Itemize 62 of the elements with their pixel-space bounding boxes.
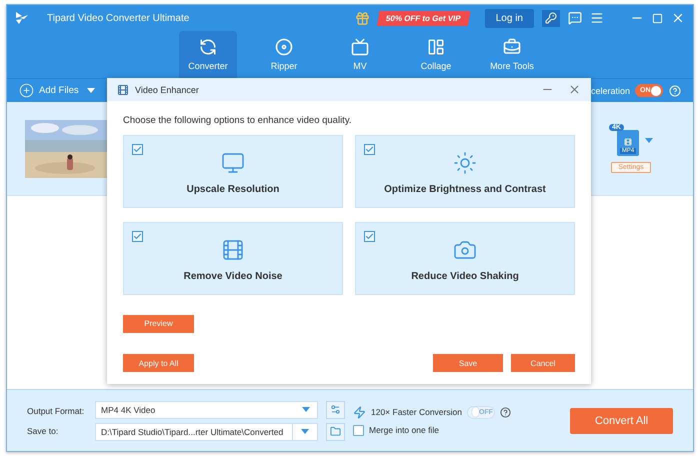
option-card[interactable]: Upscale Resolution [123, 135, 343, 208]
folder-button[interactable] [326, 422, 345, 440]
instruction-text: Choose the following options to enhance video quality. [123, 115, 353, 126]
sun-icon [453, 151, 477, 175]
output-format-label: Output Format: [27, 406, 86, 416]
tv-icon [351, 38, 369, 56]
film-icon [624, 138, 632, 146]
refresh-icon [199, 38, 217, 56]
faster-conversion-label: 120× Faster Conversion [371, 407, 462, 417]
option-card[interactable]: Remove Video Noise [123, 222, 343, 295]
key-button[interactable] [542, 10, 560, 26]
monitor-icon [221, 151, 245, 175]
close-icon[interactable] [671, 11, 685, 25]
close-icon[interactable] [568, 83, 581, 96]
save-button[interactable]: Save [433, 354, 503, 372]
logo-icon [15, 11, 29, 25]
nav-tab[interactable]: MV [331, 31, 389, 78]
chat-icon[interactable] [568, 11, 582, 25]
login-button[interactable]: Log in [484, 8, 534, 28]
promo-banner[interactable]: 50% OFF to Get VIP [376, 10, 470, 26]
merge-checkbox[interactable] [353, 424, 364, 436]
gift-icon [355, 10, 370, 26]
option-label: Upscale Resolution [186, 184, 280, 195]
film-icon [117, 84, 129, 96]
preview-button[interactable]: Preview [123, 314, 194, 332]
cancel-button[interactable]: Cancel [511, 354, 575, 372]
settings-button[interactable] [326, 400, 345, 418]
acceleration-label: celeration [590, 86, 630, 96]
option-checkbox[interactable] [132, 231, 143, 242]
convert-all-button[interactable]: Convert All [570, 408, 673, 434]
maximize-icon[interactable] [652, 12, 663, 24]
layout-icon [427, 38, 445, 56]
plus-icon [19, 83, 34, 98]
save-path-dropdown[interactable]: D:\Tipard Studio\Tipard...rter Ultimate\Converted [95, 422, 318, 440]
film-icon [221, 238, 245, 262]
nav-tab[interactable]: Ripper [255, 31, 313, 78]
window-title: Tipard Video Converter Ultimate [47, 12, 190, 24]
option-label: Optimize Brightness and Contrast [384, 184, 546, 195]
apply-to-all-button[interactable]: Apply to All [123, 354, 194, 372]
menu-icon[interactable] [590, 11, 604, 25]
dialog-title: Video Enhancer [135, 84, 200, 94]
output-format-dropdown[interactable]: MP4 4K Video [95, 400, 318, 418]
option-label: Remove Video Noise [184, 271, 282, 282]
disc-icon [275, 38, 293, 56]
option-card[interactable]: Reduce Video Shaking [355, 222, 575, 295]
option-card[interactable]: Optimize Brightness and Contrast [355, 135, 575, 208]
option-label: Reduce Video Shaking [411, 271, 519, 282]
merge-label: Merge into one file [369, 425, 439, 435]
sliders-icon [330, 404, 341, 415]
nav-tab[interactable]: Collage [407, 31, 465, 78]
option-checkbox[interactable] [132, 144, 143, 155]
caret-icon[interactable] [645, 138, 653, 142]
help-icon[interactable] [500, 406, 511, 418]
toolbox-icon [503, 38, 521, 56]
add-files-button[interactable]: Add Files [19, 83, 95, 98]
lightning-icon [353, 406, 366, 418]
option-checkbox[interactable] [364, 144, 375, 155]
save-to-label: Save to: [27, 426, 60, 436]
nav-tab[interactable]: Converter [179, 31, 237, 78]
folder-icon [330, 426, 341, 437]
option-checkbox[interactable] [364, 231, 375, 242]
nav-tab[interactable]: More Tools [483, 31, 541, 78]
